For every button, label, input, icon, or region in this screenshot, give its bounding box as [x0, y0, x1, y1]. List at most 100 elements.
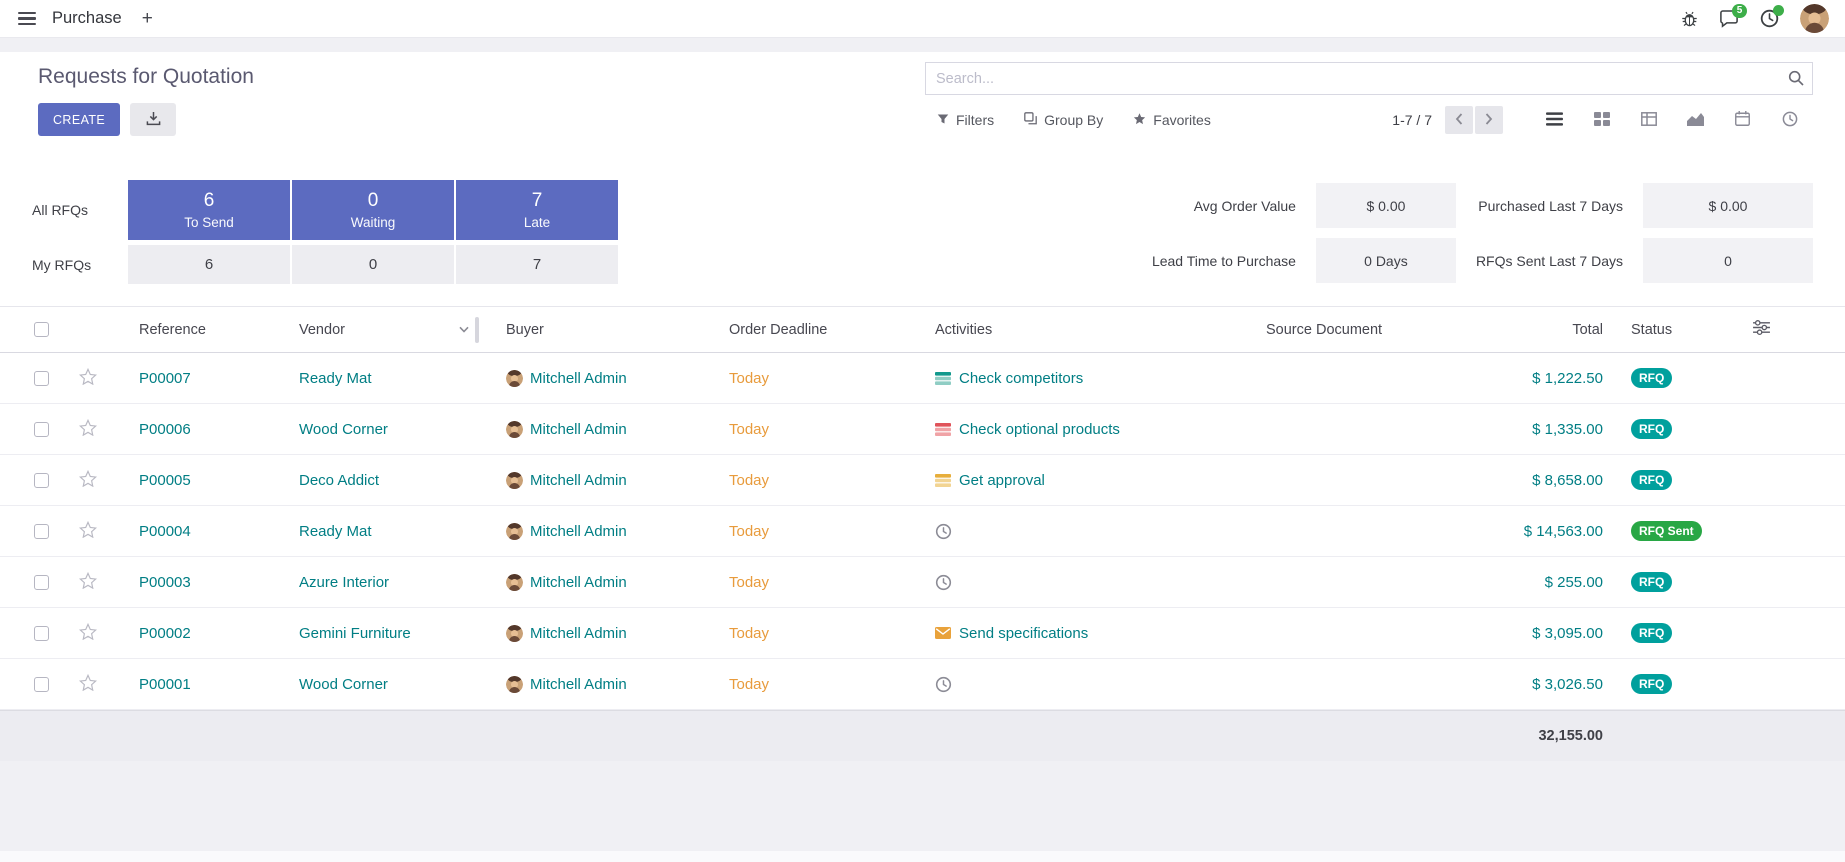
table-row[interactable]: P00002 Gemini Furniture Mitchell Admin T… — [0, 608, 1845, 659]
pager-next-button[interactable] — [1475, 106, 1503, 134]
column-header-status[interactable]: Status — [1603, 322, 1733, 338]
vendor-link[interactable]: Wood Corner — [299, 421, 388, 438]
row-checkbox[interactable] — [34, 677, 49, 692]
activity-cell[interactable] — [910, 574, 1220, 591]
activity-label[interactable]: Check optional products — [959, 421, 1120, 438]
new-tab-plus-icon[interactable]: + — [142, 9, 153, 28]
activities-clock-icon[interactable] — [1760, 9, 1779, 28]
buyer-avatar — [506, 574, 523, 591]
reference-link[interactable]: P00003 — [139, 574, 191, 591]
vendor-link[interactable]: Wood Corner — [299, 676, 388, 693]
favorite-star-button[interactable] — [77, 366, 99, 390]
activity-cell[interactable] — [910, 523, 1220, 540]
buyer-link[interactable]: Mitchell Admin — [530, 472, 627, 489]
table-row[interactable]: P00004 Ready Mat Mitchell Admin Today $ … — [0, 506, 1845, 557]
row-checkbox[interactable] — [34, 575, 49, 590]
view-activity-button[interactable] — [1766, 103, 1813, 137]
favorite-star-button[interactable] — [77, 468, 99, 492]
search-icon[interactable] — [1788, 70, 1804, 91]
activity-label[interactable]: Get approval — [959, 472, 1045, 489]
metric-value-lead-time: 0 Days — [1316, 238, 1456, 283]
vendor-link[interactable]: Gemini Furniture — [299, 625, 411, 642]
my-tile-late[interactable]: 7 — [456, 245, 618, 284]
view-kanban-button[interactable] — [1578, 103, 1625, 137]
chevron-down-icon[interactable] — [459, 326, 469, 333]
activity-label[interactable]: Check competitors — [959, 370, 1083, 387]
reference-link[interactable]: P00002 — [139, 625, 191, 642]
reference-link[interactable]: P00007 — [139, 370, 191, 387]
row-checkbox[interactable] — [34, 422, 49, 437]
row-checkbox[interactable] — [34, 473, 49, 488]
buyer-link[interactable]: Mitchell Admin — [530, 625, 627, 642]
vendor-link[interactable]: Ready Mat — [299, 370, 372, 387]
create-button[interactable]: CREATE — [38, 103, 120, 136]
pager-previous-button[interactable] — [1445, 106, 1473, 134]
vendor-link[interactable]: Azure Interior — [299, 574, 389, 591]
table-row[interactable]: P00005 Deco Addict Mitchell Admin Today … — [0, 455, 1845, 506]
table-row[interactable]: P00007 Ready Mat Mitchell Admin Today Ch… — [0, 353, 1845, 404]
activity-icon — [935, 372, 951, 385]
debug-bug-icon[interactable] — [1681, 10, 1698, 27]
buyer-link[interactable]: Mitchell Admin — [530, 574, 627, 591]
group-by-button[interactable]: Group By — [1024, 112, 1103, 128]
favorites-button[interactable]: Favorites — [1133, 112, 1211, 128]
my-tile-waiting[interactable]: 0 — [292, 245, 454, 284]
column-header-order-deadline[interactable]: Order Deadline — [704, 322, 910, 338]
total-amount: $ 1,222.50 — [1532, 370, 1603, 387]
row-checkbox[interactable] — [34, 371, 49, 386]
my-tile-to-send[interactable]: 6 — [128, 245, 290, 284]
activity-cell[interactable]: Get approval — [910, 472, 1220, 489]
activity-label[interactable]: Send specifications — [959, 625, 1088, 642]
view-calendar-button[interactable] — [1719, 103, 1766, 137]
user-avatar[interactable] — [1800, 4, 1829, 33]
activity-cell[interactable]: Send specifications — [910, 625, 1220, 642]
view-pivot-button[interactable] — [1625, 103, 1672, 137]
row-checkbox[interactable] — [34, 626, 49, 641]
activity-cell[interactable]: Check competitors — [910, 370, 1220, 387]
favorite-star-button[interactable] — [77, 570, 99, 594]
vendor-link[interactable]: Deco Addict — [299, 472, 379, 489]
buyer-link[interactable]: Mitchell Admin — [530, 676, 627, 693]
reference-link[interactable]: P00006 — [139, 421, 191, 438]
reference-link[interactable]: P00005 — [139, 472, 191, 489]
buyer-avatar — [506, 523, 523, 540]
vendor-link[interactable]: Ready Mat — [299, 523, 372, 540]
favorite-star-button[interactable] — [77, 621, 99, 645]
search-input[interactable] — [925, 62, 1813, 95]
column-header-reference[interactable]: Reference — [114, 322, 274, 338]
select-all-checkbox[interactable] — [34, 322, 49, 337]
filters-button[interactable]: Filters — [937, 112, 994, 128]
favorite-star-button[interactable] — [77, 519, 99, 543]
activity-cell[interactable] — [910, 676, 1220, 693]
optional-columns-button[interactable] — [1733, 320, 1789, 339]
favorite-star-button[interactable] — [77, 417, 99, 441]
table-row[interactable]: P00006 Wood Corner Mitchell Admin Today … — [0, 404, 1845, 455]
view-graph-button[interactable] — [1672, 103, 1719, 137]
messages-icon[interactable]: 5 — [1719, 10, 1739, 28]
buyer-link[interactable]: Mitchell Admin — [530, 421, 627, 438]
export-button[interactable] — [130, 103, 176, 136]
tile-to-send[interactable]: 6 To Send — [128, 180, 290, 240]
column-header-vendor[interactable]: Vendor — [274, 317, 481, 343]
buyer-link[interactable]: Mitchell Admin — [530, 370, 627, 387]
table-row[interactable]: P00003 Azure Interior Mitchell Admin Tod… — [0, 557, 1845, 608]
column-header-activities[interactable]: Activities — [910, 322, 1220, 338]
activity-cell[interactable]: Check optional products — [910, 421, 1220, 438]
reference-link[interactable]: P00004 — [139, 523, 191, 540]
apps-menu-icon[interactable] — [16, 8, 38, 29]
reference-link[interactable]: P00001 — [139, 676, 191, 693]
column-resize-handle[interactable] — [475, 317, 479, 343]
row-checkbox[interactable] — [34, 524, 49, 539]
column-header-source-document[interactable]: Source Document — [1220, 322, 1475, 338]
column-header-buyer[interactable]: Buyer — [481, 322, 704, 338]
tile-waiting[interactable]: 0 Waiting — [292, 180, 454, 240]
favorite-star-button[interactable] — [77, 672, 99, 696]
group-by-icon — [1024, 112, 1037, 128]
table-row[interactable]: P00001 Wood Corner Mitchell Admin Today … — [0, 659, 1845, 710]
buyer-link[interactable]: Mitchell Admin — [530, 523, 627, 540]
view-list-button[interactable] — [1531, 103, 1578, 137]
activities-count-badge — [1773, 5, 1784, 16]
tile-late[interactable]: 7 Late — [456, 180, 618, 240]
column-header-total[interactable]: Total — [1475, 322, 1603, 338]
app-title[interactable]: Purchase — [52, 9, 122, 28]
